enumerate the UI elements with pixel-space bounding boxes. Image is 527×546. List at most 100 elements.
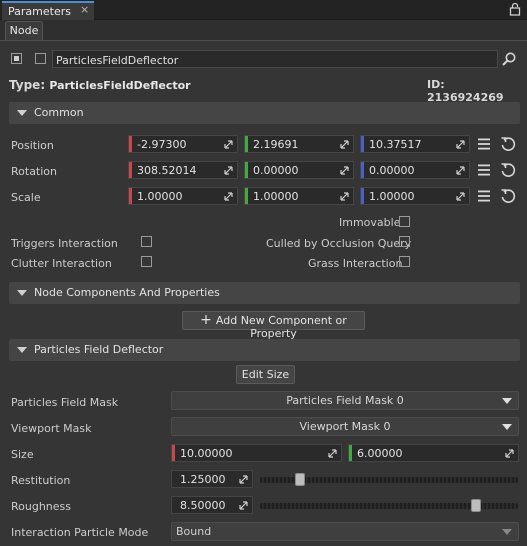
spin-icon — [224, 192, 233, 201]
node-id: ID: 2136924269 — [427, 78, 527, 104]
position-x-field[interactable]: -2.97300 — [128, 135, 238, 153]
rotation-z-value: 0.00000 — [369, 164, 415, 177]
position-z-field[interactable]: 10.37517 — [360, 135, 470, 153]
search-icon[interactable] — [501, 51, 517, 67]
position-y-field[interactable]: 2.19691 — [244, 135, 354, 153]
clutter-interaction-label: Clutter Interaction — [11, 257, 112, 270]
section-deflector-title: Particles Field Deflector — [34, 343, 164, 356]
spin-icon — [456, 192, 465, 201]
rotation-x-field[interactable]: 308.52014 — [128, 161, 238, 179]
section-components-title: Node Components And Properties — [34, 286, 220, 299]
spin-icon — [340, 192, 349, 201]
scale-z-field[interactable]: 1.00000 — [360, 187, 470, 205]
spin-icon — [224, 140, 233, 149]
size-y-field[interactable]: 6.00000 — [348, 444, 519, 462]
node-enabled-checkbox[interactable] — [11, 53, 22, 64]
size-y-value: 6.00000 — [357, 447, 403, 460]
collapse-arrow-icon — [17, 290, 27, 296]
scale-x-field[interactable]: 1.00000 — [128, 187, 238, 205]
viewport-mask-dropdown[interactable]: Viewport Mask 0 — [171, 417, 519, 436]
id-label: ID: — [427, 78, 445, 91]
roughness-slider-handle[interactable] — [470, 499, 481, 512]
rotation-x-value: 308.52014 — [137, 164, 197, 177]
viewport-mask-value: Viewport Mask 0 — [299, 420, 391, 433]
section-node-components[interactable]: Node Components And Properties — [9, 282, 520, 304]
culled-by-occlusion-label: Culled by Occlusion Query — [266, 237, 412, 250]
spin-icon — [224, 166, 233, 175]
spin-icon — [456, 166, 465, 175]
chevron-down-icon — [502, 398, 512, 404]
restitution-label: Restitution — [11, 474, 71, 487]
scale-z-value: 1.00000 — [369, 190, 415, 203]
plus-icon: + — [200, 312, 212, 328]
particles-field-mask-dropdown[interactable]: Particles Field Mask 0 — [171, 391, 519, 410]
interaction-particle-mode-label: Interaction Particle Mode — [11, 526, 149, 539]
immovable-label: Immovable — [339, 216, 401, 229]
collapse-arrow-icon — [17, 347, 27, 353]
spin-icon — [239, 475, 248, 484]
scale-x-value: 1.00000 — [137, 190, 183, 203]
spin-icon — [328, 449, 337, 458]
position-x-value: -2.97300 — [137, 138, 187, 151]
section-particles-field-deflector[interactable]: Particles Field Deflector — [9, 339, 520, 361]
subtab-bar — [0, 20, 527, 40]
scale-menu-icon[interactable] — [477, 189, 491, 203]
lock-icon[interactable] — [508, 2, 522, 16]
particles-field-mask-label: Particles Field Mask — [11, 396, 119, 409]
size-label: Size — [11, 448, 34, 461]
tab-parameters-label: Parameters — [8, 5, 71, 18]
rotation-menu-icon[interactable] — [477, 163, 491, 177]
viewport-mask-label: Viewport Mask — [11, 422, 92, 435]
add-component-button[interactable]: + Add New Component or Property — [182, 311, 365, 340]
grass-interaction-checkbox[interactable] — [399, 256, 410, 267]
rotation-y-value: 0.00000 — [253, 164, 299, 177]
type-value: ParticlesFieldDeflector — [49, 79, 191, 92]
position-label: Position — [11, 139, 54, 152]
type-label: Type: — [9, 78, 46, 92]
interaction-particle-mode-dropdown[interactable]: Bound — [171, 522, 519, 541]
rotation-reset-icon[interactable] — [500, 162, 516, 178]
triggers-interaction-label: Triggers Interaction — [11, 237, 118, 250]
roughness-label: Roughness — [11, 500, 72, 513]
edit-size-button[interactable]: Edit Size — [236, 365, 295, 384]
chevron-down-icon — [502, 529, 512, 535]
restitution-value: 1.25000 — [180, 473, 226, 486]
spin-icon — [340, 140, 349, 149]
culled-by-occlusion-checkbox[interactable] — [399, 236, 410, 247]
size-x-value: 10.00000 — [180, 447, 233, 460]
grass-interaction-label: Grass Interaction — [308, 257, 403, 270]
triggers-interaction-checkbox[interactable] — [141, 236, 152, 247]
position-y-value: 2.19691 — [253, 138, 299, 151]
node-type: Type: ParticlesFieldDeflector — [9, 78, 191, 92]
size-x-field[interactable]: 10.00000 — [171, 444, 342, 462]
node-secondary-checkbox[interactable] — [35, 53, 46, 64]
chevron-down-icon — [502, 424, 512, 430]
particles-field-mask-value: Particles Field Mask 0 — [286, 394, 404, 407]
immovable-checkbox[interactable] — [399, 216, 410, 227]
roughness-field[interactable]: 8.50000 — [171, 496, 253, 514]
restitution-field[interactable]: 1.25000 — [171, 470, 253, 488]
section-common-title: Common — [34, 106, 84, 119]
position-z-value: 10.37517 — [369, 138, 422, 151]
collapse-arrow-icon — [17, 110, 27, 116]
scale-reset-icon[interactable] — [500, 188, 516, 204]
restitution-slider-handle[interactable] — [294, 473, 305, 486]
spin-icon — [456, 140, 465, 149]
spin-icon — [239, 501, 248, 510]
interaction-particle-mode-value: Bound — [176, 525, 212, 538]
tab-close-icon[interactable]: × — [80, 3, 89, 16]
scale-y-field[interactable]: 1.00000 — [244, 187, 354, 205]
position-reset-icon[interactable] — [500, 136, 516, 152]
rotation-label: Rotation — [11, 165, 58, 178]
section-common[interactable]: Common — [9, 102, 520, 124]
spin-icon — [340, 166, 349, 175]
node-name-field[interactable] — [52, 50, 498, 68]
rotation-y-field[interactable]: 0.00000 — [244, 161, 354, 179]
rotation-z-field[interactable]: 0.00000 — [360, 161, 470, 179]
tab-node[interactable]: Node — [5, 21, 43, 40]
scale-label: Scale — [11, 191, 41, 204]
roughness-value: 8.50000 — [180, 499, 226, 512]
clutter-interaction-checkbox[interactable] — [141, 256, 152, 267]
spin-icon — [505, 449, 514, 458]
position-menu-icon[interactable] — [477, 137, 491, 151]
